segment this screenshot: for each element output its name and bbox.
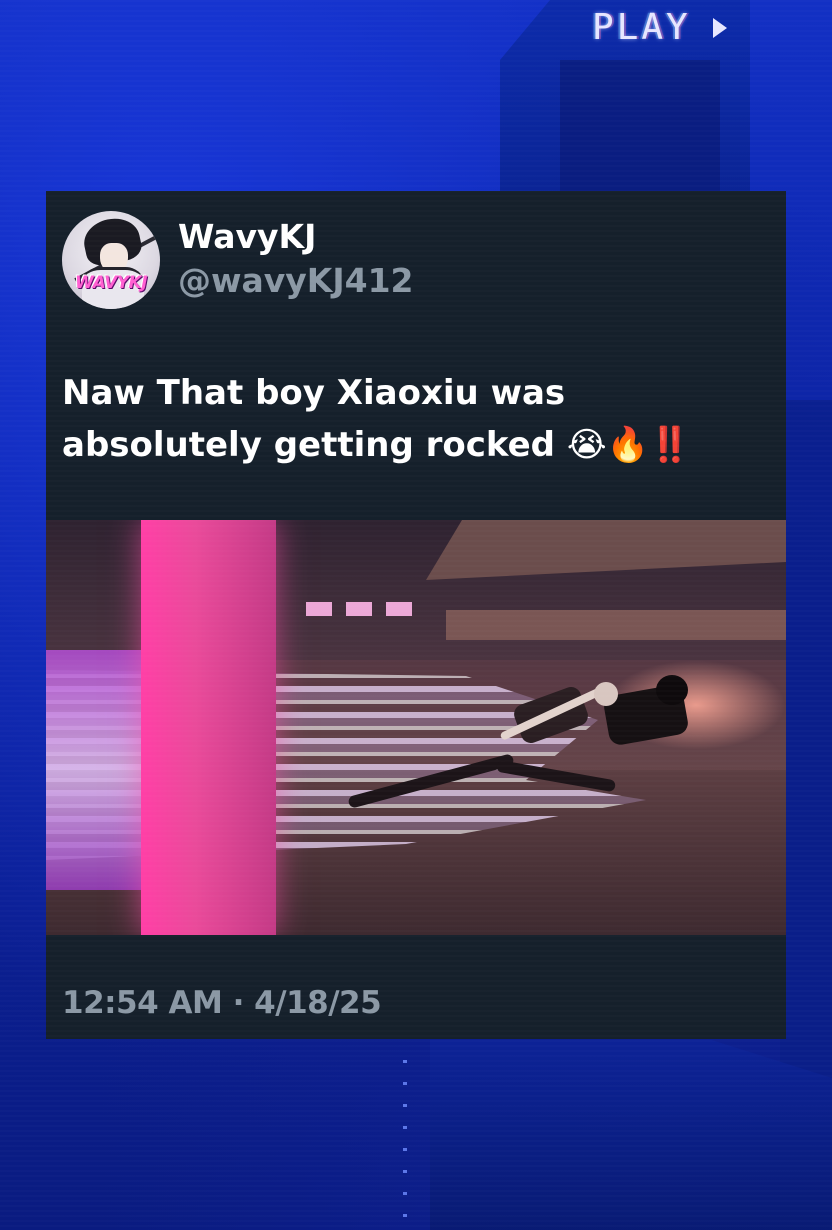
video-frame: PLAY WAVYKJ WavyKJ @wavyKJ412 Naw That b… — [0, 0, 832, 1230]
user-info: WavyKJ @wavyKJ412 — [178, 217, 414, 303]
background-building-bottom — [430, 1040, 832, 1230]
background-window-lights — [403, 1060, 407, 1230]
tweet-header: WAVYKJ WavyKJ @wavyKJ412 — [62, 211, 414, 309]
tweet-timestamp[interactable]: 12:54 AM · 4/18/25 — [62, 983, 382, 1023]
play-indicator: PLAY — [560, 0, 800, 55]
background-building-shadow — [560, 60, 720, 200]
avatar[interactable]: WAVYKJ — [62, 211, 160, 309]
fighter-head — [594, 682, 618, 706]
tweet-media-image[interactable] — [46, 520, 786, 935]
fighter-head — [656, 675, 688, 705]
user-handle[interactable]: @wavyKJ412 — [178, 259, 414, 303]
tweet-text: Naw That boy Xiaoxiu was absolutely gett… — [62, 373, 692, 465]
scene-purple-light — [46, 650, 141, 890]
scene-pink-pillar — [141, 520, 276, 935]
scene-ceiling-lights — [306, 602, 426, 616]
tweet-card[interactable]: WAVYKJ WavyKJ @wavyKJ412 Naw That boy Xi… — [46, 191, 786, 1039]
background-building-right — [780, 400, 832, 1100]
display-name[interactable]: WavyKJ — [178, 217, 414, 257]
play-triangle-icon — [712, 17, 727, 38]
play-label: PLAY — [592, 7, 691, 48]
avatar-logo: WAVYKJ — [74, 273, 148, 293]
scene-beam-lower — [446, 610, 786, 640]
